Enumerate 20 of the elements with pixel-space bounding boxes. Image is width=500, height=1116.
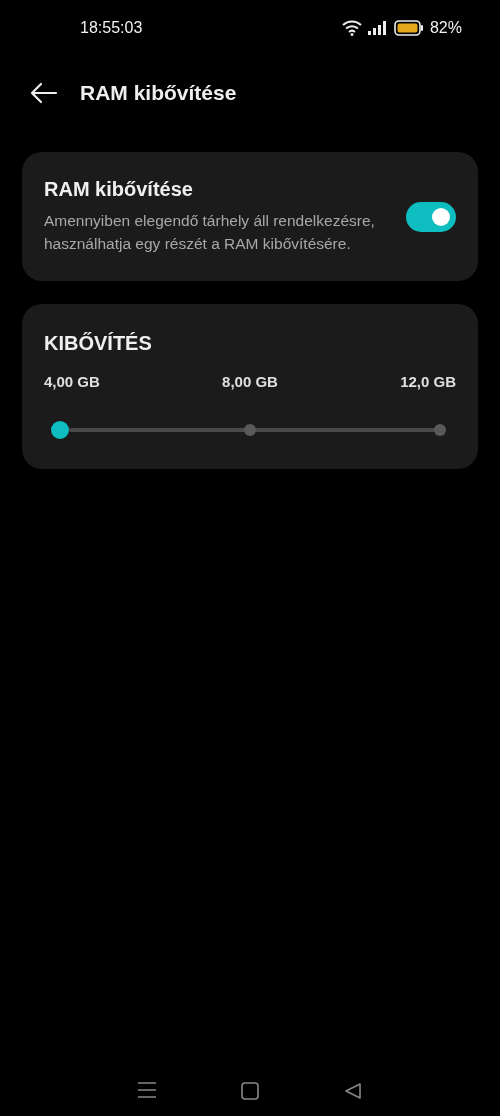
battery-percent: 82% <box>429 19 462 37</box>
slider-stop-label: 12,0 GB <box>400 373 456 390</box>
status-time: 18:55:03 <box>80 19 144 37</box>
back-triangle-icon[interactable] <box>344 1082 363 1100</box>
signal-icon <box>367 21 388 35</box>
section-title: KIBŐVÍTÉS <box>44 332 152 354</box>
back-arrow-icon[interactable] <box>30 82 58 104</box>
slider-stop-label: 8,00 GB <box>222 373 278 390</box>
slider-stop-label: 4,00 GB <box>44 373 100 390</box>
battery-icon <box>393 20 424 36</box>
setting-description: Amennyiben elegendő tárhely áll rendelkezésre, használhatja egy részét a RAM kibővítésére. <box>44 211 376 254</box>
toggle-switch[interactable] <box>406 201 456 232</box>
setting-title: RAM kibővítése <box>44 178 194 201</box>
page-title: RAM kibővítése <box>80 81 237 105</box>
home-square-icon[interactable] <box>241 1082 259 1100</box>
slider-thumb[interactable] <box>51 421 69 439</box>
slider-stop-dot <box>244 424 256 436</box>
menu-icon[interactable] <box>137 1082 156 1098</box>
slider-stop-dot <box>434 424 446 436</box>
wifi-icon <box>341 20 362 36</box>
